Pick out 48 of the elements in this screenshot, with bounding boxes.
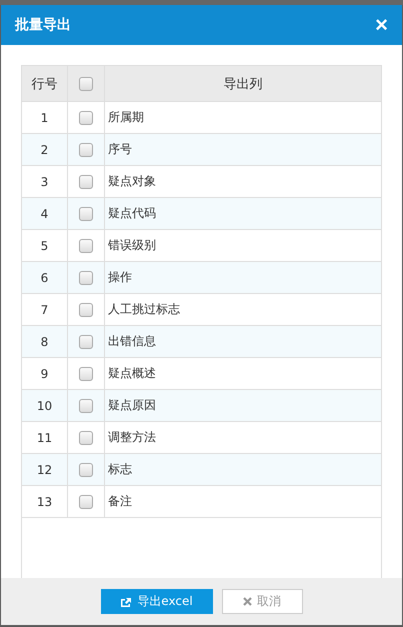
row-number: 6 [40,270,48,284]
dialog-title: 批量导出 [15,16,71,34]
cancel-button[interactable]: 取消 [222,589,302,614]
table-cell: 疑点原因 [108,397,156,414]
checkbox[interactable] [79,334,93,348]
checkbox[interactable] [79,270,93,284]
row-number: 12 [36,462,52,476]
row-number: 7 [40,302,48,316]
row-number: 8 [40,334,48,348]
row-number: 9 [40,366,48,380]
table-cell: 备注 [108,493,132,510]
checkbox[interactable] [79,398,93,412]
table-cell: 人工挑过标志 [108,301,180,318]
table-cell: 操作 [108,269,132,286]
column-header: 导出列 [224,76,262,92]
export-icon [120,596,132,608]
row-number: 11 [36,430,52,444]
checkbox[interactable] [79,238,93,252]
table-cell: 错误级别 [108,237,156,254]
checkbox[interactable] [79,206,93,220]
close-button[interactable]: × [375,14,388,36]
row-number: 13 [36,494,52,508]
row-number: 5 [40,238,48,252]
row-number: 2 [40,142,48,156]
checkbox[interactable] [79,142,93,156]
table-cell: 疑点概述 [108,365,156,382]
row-number: 10 [36,398,52,412]
checkbox[interactable] [79,76,93,90]
table-cell: 标志 [108,461,132,478]
table-cell: 疑点对象 [108,173,156,190]
close-icon [243,597,252,606]
checkbox[interactable] [79,366,93,380]
table-cell: 序号 [108,141,132,158]
checkbox[interactable] [79,174,93,188]
column-header: 行号 [32,76,58,92]
checkbox[interactable] [79,494,93,508]
checkbox[interactable] [79,302,93,316]
table-cell: 出错信息 [108,333,156,350]
row-number: 3 [40,174,48,188]
row-number: 4 [40,206,48,220]
table-cell: 所属期 [108,109,144,126]
table-cell: 调整方法 [108,429,156,446]
row-number: 1 [40,110,48,124]
checkbox[interactable] [79,430,93,444]
table-cell: 疑点代码 [108,205,156,222]
checkbox[interactable] [79,462,93,476]
checkbox[interactable] [79,110,93,124]
export-button[interactable]: 导出excel [100,589,212,614]
